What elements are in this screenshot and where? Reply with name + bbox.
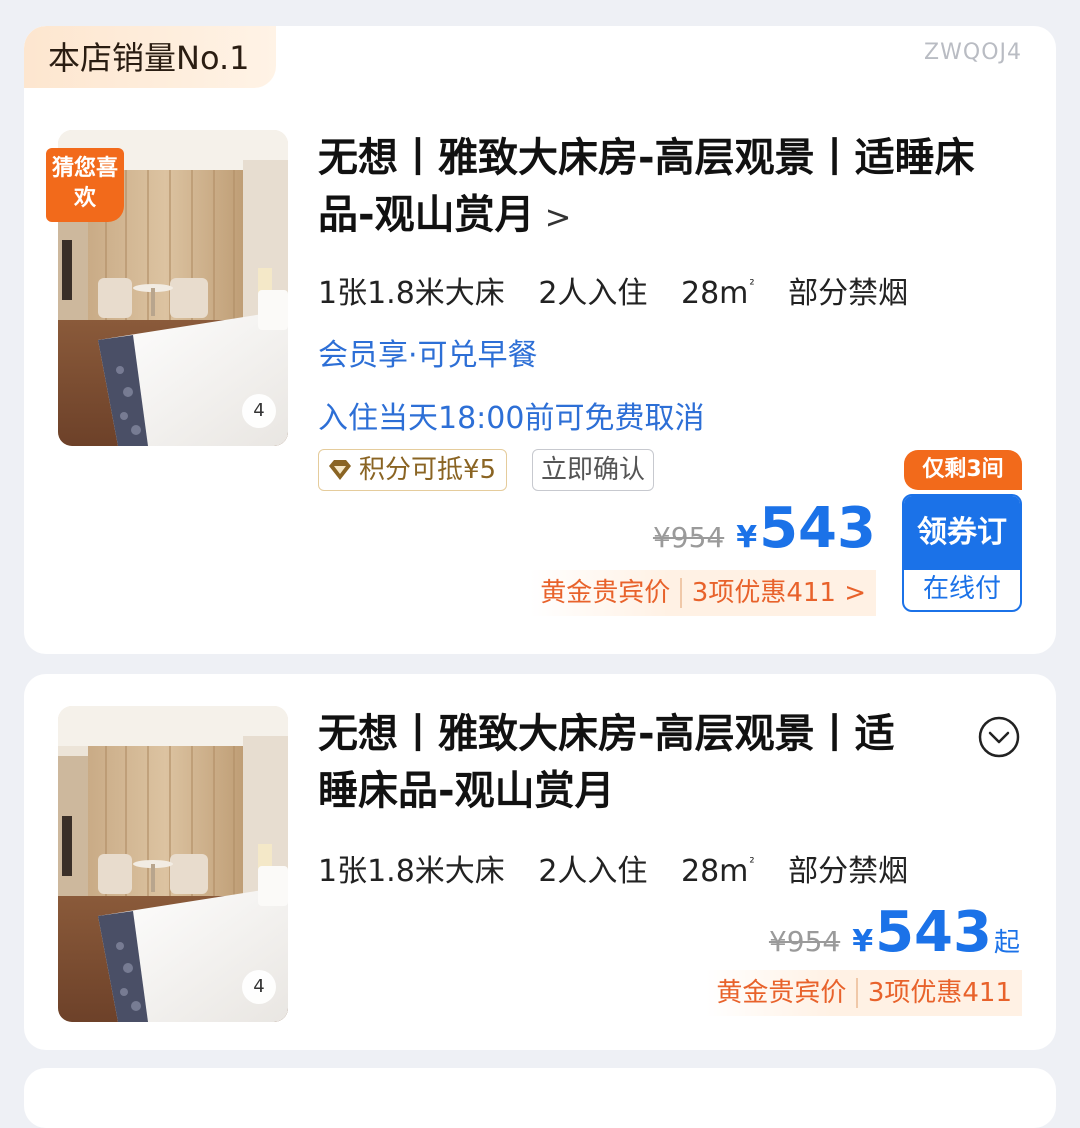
smoking-spec: 部分禁烟 — [788, 854, 909, 889]
currency-symbol: ¥ — [852, 924, 874, 959]
discount-row[interactable]: 黄金贵宾价 3项优惠411 > — [530, 570, 876, 616]
current-price: 543 — [875, 900, 992, 965]
room-title[interactable]: 无想丨雅致大床房-高层观景丨适睡床品-观山赏月 — [318, 706, 918, 820]
currency-symbol: ¥ — [736, 520, 758, 555]
room-specs: 1张1.8米大床 2人入住 28m² 部分禁烟 — [318, 846, 932, 890]
recommend-badge: 猜您喜欢 — [46, 148, 124, 222]
area-spec: 28m² — [680, 276, 755, 311]
original-price: ¥954 — [652, 521, 725, 554]
area-spec: 28m² — [680, 854, 755, 889]
price-row: ¥954 ¥ 543 — [653, 496, 876, 561]
rooms-remaining-badge: 仅剩3间 — [904, 450, 1022, 490]
room-card[interactable]: 本店销量No.1 ZWQOJ4 4 猜您喜欢 无想丨雅致大床房-高层观景丨适睡床… — [24, 26, 1056, 654]
book-button-label: 领券订 — [904, 496, 1020, 570]
member-benefit: 会员享·可兑早餐 — [318, 338, 538, 373]
cancellation-policy: 入住当天18:00前可免费取消 — [318, 401, 705, 436]
price-from-suffix: 起 — [993, 928, 1020, 958]
book-button-sublabel: 在线付 — [922, 574, 1001, 604]
member-price-label: 黄金贵宾价 — [716, 978, 847, 1008]
room-card-partial[interactable] — [24, 1068, 1056, 1128]
points-tag: 积分可抵¥5 — [318, 449, 508, 491]
offers-link[interactable]: 3项优惠411 — [858, 970, 1022, 1016]
room-title[interactable]: 无想丨雅致大床房-高层观景丨适睡床品-观山赏月 > — [318, 130, 1008, 246]
current-price: 543 — [759, 496, 876, 561]
room-code: ZWQOJ4 — [924, 40, 1022, 65]
instant-confirm-tag: 立即确认 — [532, 449, 655, 491]
sales-rank-tag: 本店销量No.1 — [24, 26, 276, 88]
price-row: ¥954 ¥ 543 起 — [769, 900, 1020, 965]
book-button[interactable]: 领券订 在线付 — [902, 494, 1022, 612]
member-price-label: 黄金贵宾价 — [540, 578, 671, 608]
offers-link[interactable]: 3项优惠411 > — [682, 570, 876, 616]
chevron-down-circle-icon[interactable] — [978, 716, 1020, 758]
chevron-right-icon: > — [544, 198, 572, 236]
image-count-badge: 4 — [242, 970, 276, 1004]
diamond-icon — [329, 460, 351, 480]
original-price: ¥954 — [768, 925, 841, 958]
room-title-text: 无想丨雅致大床房-高层观景丨适睡床品-观山赏月 — [318, 135, 975, 238]
guest-spec: 2人入住 — [538, 854, 648, 889]
smoking-spec: 部分禁烟 — [788, 276, 909, 311]
guest-spec: 2人入住 — [538, 276, 648, 311]
room-card[interactable]: 4 无想丨雅致大床房-高层观景丨适睡床品-观山赏月 1张1.8米大床 2人入住 … — [24, 674, 1056, 1050]
bed-spec: 1张1.8米大床 — [318, 276, 505, 311]
room-specs: 1张1.8米大床 2人入住 28m² 部分禁烟 — [318, 268, 932, 312]
image-count-badge: 4 — [242, 394, 276, 428]
discount-row[interactable]: 黄金贵宾价 3项优惠411 — [706, 970, 1022, 1016]
room-photo[interactable]: 4 — [58, 706, 288, 1022]
bed-spec: 1张1.8米大床 — [318, 854, 505, 889]
